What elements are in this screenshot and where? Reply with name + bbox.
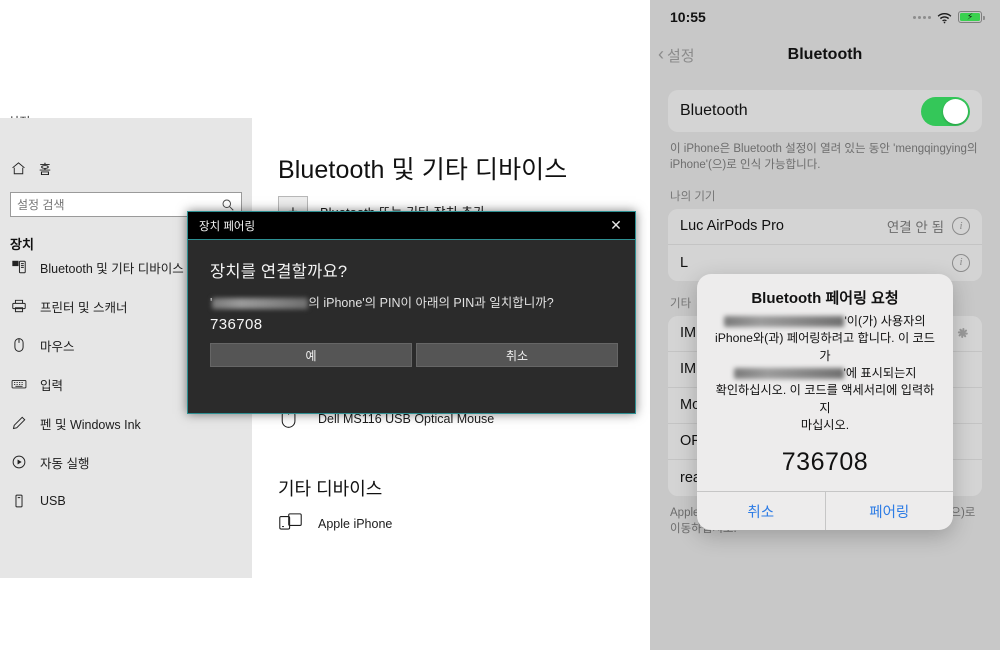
dialog-heading: 장치를 연결할까요? xyxy=(210,263,348,281)
keyboard-icon xyxy=(10,376,27,393)
redacted-device-name xyxy=(212,298,309,309)
alert-pairing-code: 736708 xyxy=(781,448,869,477)
other-device-item-label: Apple iPhone xyxy=(318,517,393,531)
alert-pair-button[interactable]: 페어링 xyxy=(826,492,954,530)
usb-icon xyxy=(10,493,27,510)
dialog-pin-code: 736708 xyxy=(210,315,263,333)
battery-charging-icon: ⚡ xyxy=(958,11,985,23)
row-accessory: i xyxy=(952,253,970,272)
phone-icon xyxy=(278,510,304,538)
device-name: Luc AirPods Pro xyxy=(680,218,784,235)
dialog-title-bar: 장치 페어링 ✕ xyxy=(188,212,635,240)
other-device-item[interactable]: Apple iPhone xyxy=(278,510,392,538)
cancel-button[interactable]: 취소 xyxy=(416,343,618,367)
alert-body: Bluetooth 페어링 요청 '이(가) 사용자의 iPhone와(과) 페… xyxy=(697,274,953,491)
device-status: 연결 안 됨 xyxy=(886,220,944,236)
info-icon[interactable]: i xyxy=(952,253,970,272)
search-input[interactable] xyxy=(17,197,221,212)
dialog-body: 장치를 연결할까요? ' 의 iPhone'의 PIN이 아래의 PIN과 일치합… xyxy=(188,240,635,333)
bluetooth-note: 이 iPhone은 Bluetooth 설정이 열려 있는 동안 'mengqi… xyxy=(670,143,978,172)
sidebar-item-bluetooth-devices-label: Bluetooth 및 기타 디바이스 xyxy=(40,261,184,276)
sidebar-item-mouse-label: 마우스 xyxy=(40,339,75,354)
sidebar-item-usb-label: USB xyxy=(40,494,66,508)
sidebar-item-typing-label: 입력 xyxy=(40,378,64,393)
device-name: IM xyxy=(680,361,697,378)
sidebar-item-usb[interactable]: USB xyxy=(10,489,242,513)
dialog-title: 장치 페어링 xyxy=(199,220,256,233)
yes-button[interactable]: 예 xyxy=(210,343,412,367)
redacted-pc-name xyxy=(733,367,844,379)
home-icon xyxy=(10,160,27,177)
printer-icon xyxy=(10,298,27,315)
ios-page-title: Bluetooth xyxy=(787,46,863,63)
sidebar-item-pen-windows-ink[interactable]: 펜 및 Windows Ink xyxy=(10,411,242,435)
bluetooth-pairing-request-alert: Bluetooth 페어링 요청 '이(가) 사용자의 iPhone와(과) 페… xyxy=(697,274,954,531)
info-icon[interactable]: i xyxy=(952,217,970,236)
autoplay-icon xyxy=(10,454,27,471)
redacted-device-name xyxy=(724,316,845,327)
wifi-icon xyxy=(937,11,952,24)
back-button[interactable]: ‹ 설정 xyxy=(658,45,695,66)
back-button-label: 설정 xyxy=(667,47,695,65)
bluetooth-toggle-label: Bluetooth xyxy=(680,102,748,119)
alert-line1: '이(가) 사용자의 xyxy=(844,314,926,328)
signal-dots-icon xyxy=(913,15,931,19)
sidebar-item-autoplay[interactable]: 자동 실행 xyxy=(10,450,242,474)
device-list-item-label: Dell MS116 USB Optical Mouse xyxy=(318,412,495,426)
sidebar-section-devices: 장치 xyxy=(10,237,34,252)
device-name: L xyxy=(680,254,689,271)
sidebar-item-pen-windows-ink-label: 펜 및 Windows Ink xyxy=(40,417,141,432)
device-name: IM xyxy=(680,325,697,342)
dialog-actions: 예 취소 xyxy=(210,343,618,367)
my-devices-header: 나의 기기 xyxy=(670,190,716,203)
close-icon[interactable]: ✕ xyxy=(599,213,633,239)
ios-status-bar: 10:55 ⚡ xyxy=(650,0,1000,34)
question-suffix: 의 iPhone'의 PIN이 아래의 PIN과 일치합니까? xyxy=(308,296,554,310)
pen-icon xyxy=(10,415,27,432)
my-devices-group: Luc AirPods Pro 연결 안 됨 i L i xyxy=(668,208,982,281)
alert-title: Bluetooth 페어링 요청 xyxy=(751,290,899,307)
status-time: 10:55 xyxy=(670,9,706,25)
row-accessory: 연결 안 됨 i xyxy=(887,216,970,236)
status-indicators: ⚡ xyxy=(913,11,985,24)
search-icon xyxy=(221,198,235,212)
bluetooth-toggle-switch[interactable] xyxy=(921,96,970,126)
pair-device-dialog: 장치 페어링 ✕ 장치를 연결할까요? ' 의 iPhone'의 PIN이 아래의… xyxy=(187,211,636,414)
other-devices-header: 기타 디바이스 xyxy=(278,479,383,499)
sidebar-item-autoplay-label: 자동 실행 xyxy=(40,456,90,471)
sidebar-item-home[interactable]: 홈 xyxy=(10,155,235,181)
alert-line2: iPhone와(과) 페어링하려고 합니다. 이 코드가 xyxy=(715,331,935,363)
spinner-icon xyxy=(954,325,970,341)
bluetooth-devices-icon xyxy=(10,259,27,276)
sidebar-item-printers-label: 프린터 및 스캐너 xyxy=(40,300,128,315)
ios-nav-bar: ‹ 설정 Bluetooth xyxy=(650,34,1000,76)
alert-actions: 취소 페어링 xyxy=(697,491,954,531)
page-title: Bluetooth 및 기타 디바이스 xyxy=(278,156,568,184)
alert-line5: 마십시오. xyxy=(800,417,850,432)
bluetooth-toggle-row: Bluetooth xyxy=(668,90,982,132)
sidebar-item-home-label: 홈 xyxy=(39,161,51,177)
alert-message: '이(가) 사용자의 iPhone와(과) 페어링하려고 합니다. 이 코드가 … xyxy=(713,313,937,434)
alert-line3: '에 표시되는지 xyxy=(843,365,917,380)
alert-line4: 확인하십시오. 이 코드를 액세서리에 입력하지 xyxy=(715,383,935,415)
dialog-question: ' 의 iPhone'의 PIN이 아래의 PIN과 일치합니까? xyxy=(210,295,613,312)
bluetooth-toggle-group: Bluetooth xyxy=(668,90,982,132)
chevron-left-icon: ‹ xyxy=(658,44,664,64)
alert-cancel-button[interactable]: 취소 xyxy=(697,492,826,531)
toggle-knob xyxy=(943,98,968,124)
list-item[interactable]: Luc AirPods Pro 연결 안 됨 i xyxy=(668,208,982,245)
mouse-icon xyxy=(10,337,27,354)
